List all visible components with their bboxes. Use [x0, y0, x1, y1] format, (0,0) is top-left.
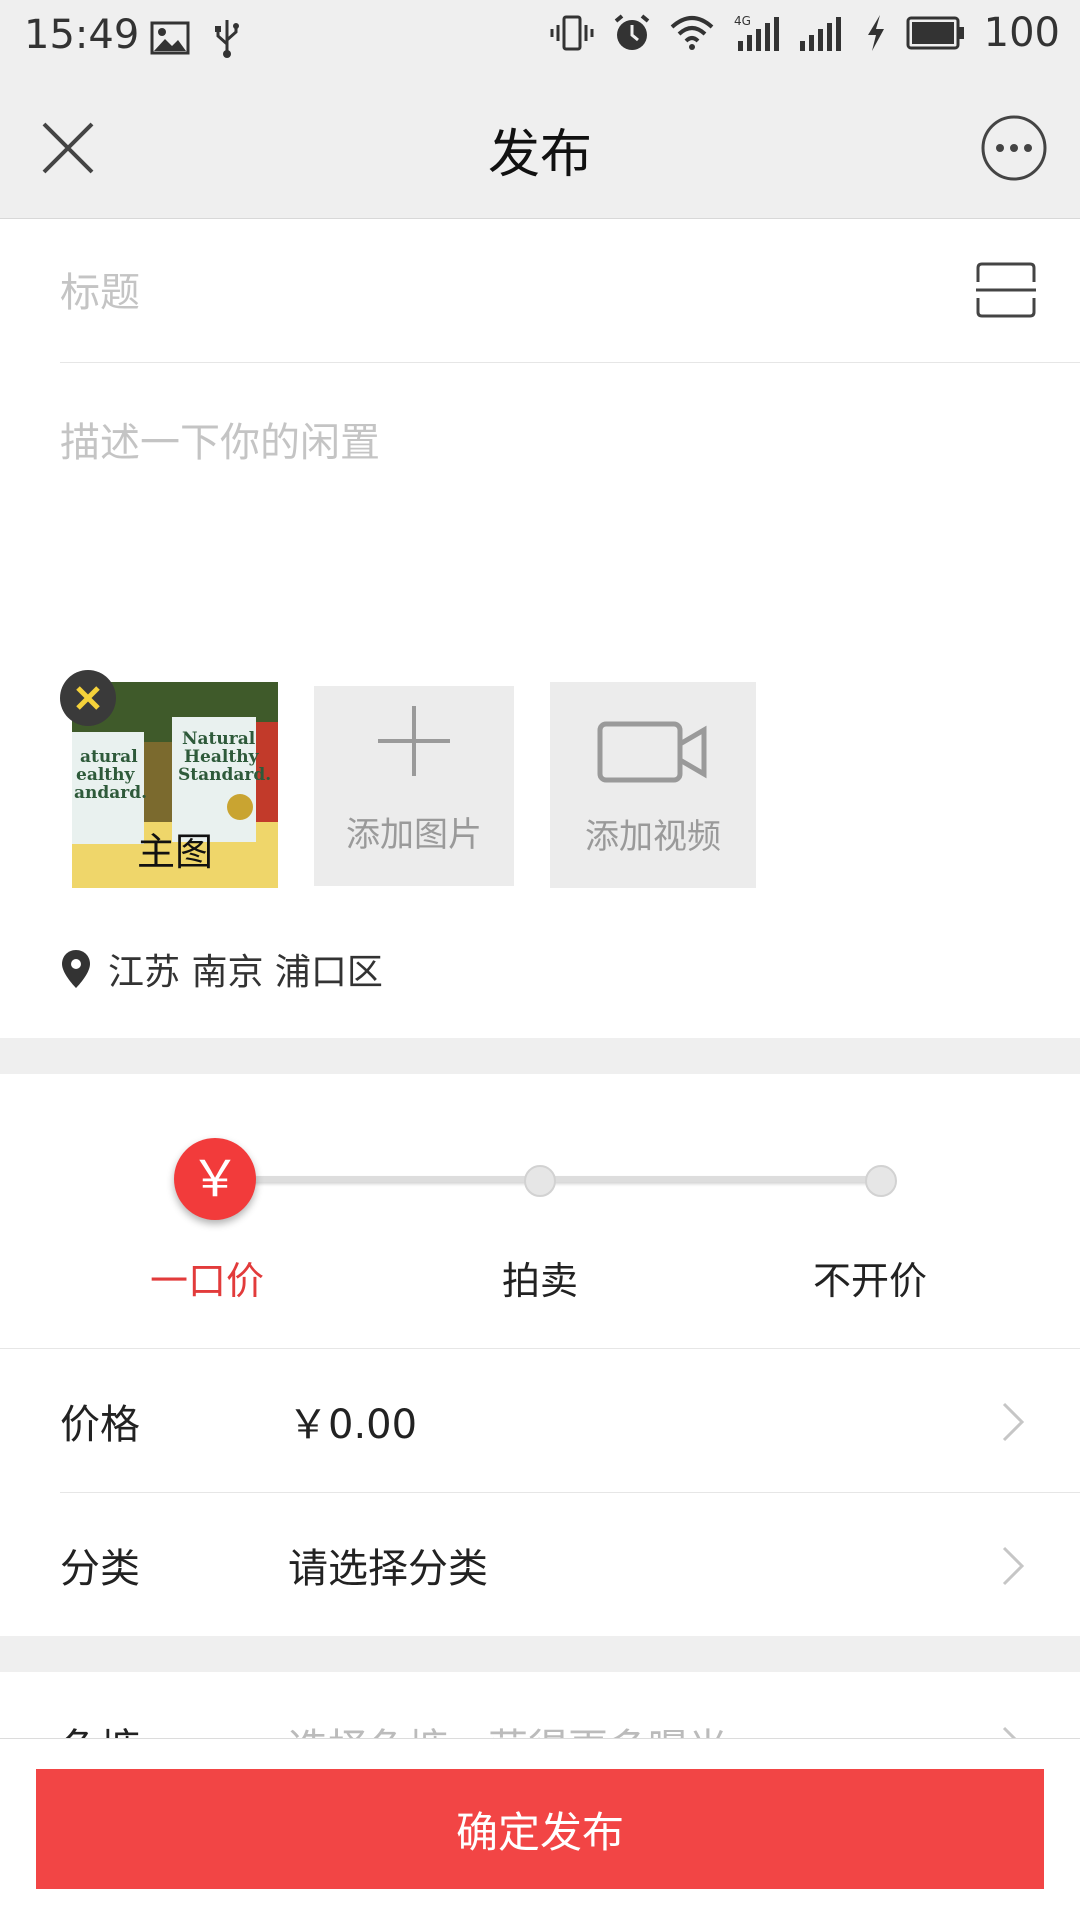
- price-mode-fixed[interactable]: 一口价: [150, 1250, 264, 1305]
- app-header: 发布: [0, 74, 1080, 219]
- more-icon: [981, 115, 1047, 181]
- price-mode-selected-knob[interactable]: ￥: [174, 1138, 256, 1220]
- remove-icon: [76, 686, 100, 710]
- location-pin-icon: [60, 948, 92, 990]
- battery-icon: [906, 16, 966, 50]
- price-mode-auction[interactable]: 拍卖: [502, 1250, 578, 1305]
- title-field[interactable]: 标题: [60, 218, 1080, 363]
- image-notification-icon: [150, 21, 190, 55]
- price-label: 价格: [60, 1402, 140, 1448]
- svg-text:Natural: Natural: [182, 729, 256, 749]
- svg-text:Standard.: Standard.: [178, 765, 271, 785]
- add-video-button[interactable]: 添加视频: [550, 682, 756, 888]
- svg-text:4G: 4G: [734, 14, 751, 28]
- location-row[interactable]: 江苏 南京 浦口区: [60, 944, 383, 994]
- fish-pond-label: 鱼塘: [60, 1716, 140, 1738]
- more-options-button[interactable]: [980, 114, 1048, 182]
- alarm-icon: [612, 13, 652, 53]
- charging-icon: [864, 13, 888, 53]
- signal-4g-icon: 4G: [732, 13, 780, 53]
- scan-button[interactable]: [976, 262, 1036, 318]
- plus-icon: [378, 706, 450, 776]
- battery-level: 100: [983, 10, 1060, 56]
- video-camera-icon: [597, 721, 707, 783]
- svg-text:ealthy: ealthy: [76, 765, 136, 785]
- svg-text:andard.: andard.: [74, 783, 147, 803]
- chevron-right-icon: [1002, 1726, 1017, 1738]
- fish-pond-row[interactable]: 鱼塘 选择鱼塘，获得更多曝光: [0, 1672, 1080, 1738]
- submit-button[interactable]: 确定发布: [36, 1769, 1044, 1889]
- main-photo-label: 主图: [136, 830, 213, 874]
- title-input[interactable]: 标题: [60, 260, 140, 318]
- price-value: ￥0.00: [288, 1402, 418, 1448]
- add-video-label: 添加视频: [585, 817, 721, 857]
- status-time: 15:49: [24, 12, 140, 58]
- status-bar: 15:49 4G 100: [0, 0, 1080, 74]
- svg-text:atural: atural: [80, 747, 138, 767]
- category-label: 分类: [60, 1546, 140, 1592]
- bottom-bar: 确定发布: [0, 1738, 1080, 1921]
- add-image-button[interactable]: 添加图片: [314, 686, 514, 886]
- page-title: 发布: [487, 125, 592, 185]
- price-mode-no-price[interactable]: 不开价: [813, 1250, 927, 1305]
- add-image-label: 添加图片: [346, 815, 482, 855]
- price-mode-dot-no-price[interactable]: [865, 1165, 897, 1197]
- price-mode-dot-auction[interactable]: [524, 1165, 556, 1197]
- chevron-right-icon: [1002, 1546, 1025, 1586]
- section-separator: [0, 1636, 1080, 1672]
- location-text: 江苏 南京 浦口区: [108, 952, 383, 993]
- vibrate-icon: [550, 13, 594, 53]
- section-separator: [0, 1038, 1080, 1074]
- signal-icon: [798, 13, 846, 53]
- chevron-right-icon: [1002, 1402, 1025, 1442]
- category-value: 请选择分类: [288, 1546, 488, 1592]
- scan-icon: [976, 262, 1036, 318]
- media-row: atural ealthy andard. Natural Healthy St…: [60, 670, 1040, 900]
- svg-text:Healthy: Healthy: [184, 747, 260, 767]
- price-row[interactable]: 价格 ￥0.00: [60, 1348, 1080, 1492]
- category-row[interactable]: 分类 请选择分类: [60, 1492, 1080, 1636]
- fish-pond-value: 选择鱼塘，获得更多曝光: [288, 1716, 728, 1738]
- wifi-icon: [670, 15, 714, 51]
- usb-icon: [212, 18, 242, 58]
- remove-photo-button[interactable]: [60, 670, 116, 726]
- description-input[interactable]: 描述一下你的闲置: [60, 410, 380, 468]
